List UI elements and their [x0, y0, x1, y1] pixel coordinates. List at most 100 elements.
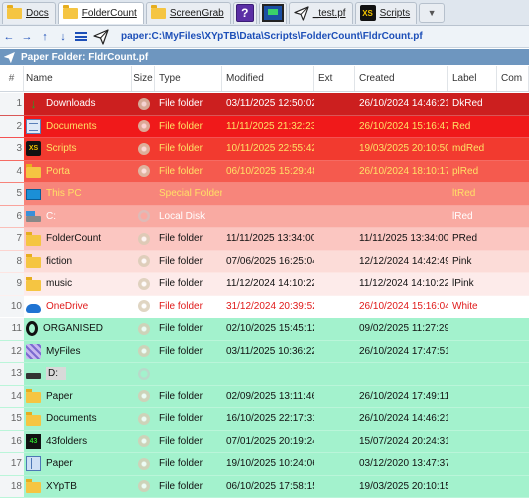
row-comment — [497, 408, 529, 430]
row-label: Red — [452, 120, 471, 132]
table-row[interactable]: 2 Documents File folder 11/11/2025 21:32:23… — [0, 115, 529, 138]
paper-plane-icon[interactable] — [93, 28, 109, 45]
row-type: File folder — [159, 143, 203, 155]
row-type: File folder — [159, 435, 203, 447]
row-size — [132, 138, 155, 160]
table-row[interactable]: 7 FolderCount File folder 11/11/2025 13:34:… — [0, 228, 529, 251]
column-header-label[interactable]: Label — [448, 66, 497, 91]
row-type: File folder — [159, 323, 203, 335]
tab-test-pf[interactable]: _test.pf — [288, 1, 353, 24]
row-ext — [314, 408, 355, 430]
table-row[interactable]: 5 This PC Special Folder ltRed — [0, 183, 529, 206]
tab-monitor[interactable] — [258, 1, 287, 24]
column-header-ext[interactable]: Ext — [314, 66, 355, 91]
row-ext — [314, 138, 355, 160]
size-indicator-icon — [137, 435, 150, 448]
table-row[interactable]: 10 OneDrive File folder 31/12/2024 20:39:52… — [0, 295, 529, 318]
table-row[interactable]: 8 fiction File folder 07/06/2025 16:25:04 12… — [0, 250, 529, 273]
row-ext — [314, 206, 355, 228]
row-number: 13 — [0, 363, 24, 385]
size-indicator-icon — [137, 457, 150, 470]
table-row[interactable]: 17 Paper File folder 19/10/2025 10:24:06 03/… — [0, 453, 529, 476]
row-ext — [314, 161, 355, 183]
row-created: 26/10/2024 15:16:47 — [359, 120, 448, 132]
row-size — [132, 228, 155, 250]
folder-icon — [26, 164, 41, 179]
row-created: 12/12/2024 14:42:49 — [359, 255, 448, 267]
size-indicator-icon — [137, 120, 150, 133]
row-comment — [497, 453, 529, 475]
row-created: 26/10/2024 15:16:04 — [359, 300, 448, 312]
column-header-size[interactable]: Size — [132, 66, 155, 91]
column-header-type[interactable]: Type — [155, 66, 222, 91]
table-row[interactable]: 14 Paper File folder 02/09/2025 13:11:46 26/… — [0, 385, 529, 408]
row-label: lRed — [452, 210, 473, 222]
tab-list-dropdown-icon[interactable]: ▼ — [419, 2, 446, 23]
row-label — [448, 408, 497, 430]
column-header-num[interactable]: # — [0, 66, 24, 91]
table-row[interactable]: 11 ORGANISED File folder 02/10/2025 15:45:1… — [0, 318, 529, 341]
back-arrow-icon[interactable]: ← — [3, 31, 15, 43]
table-row[interactable]: 9 music File folder 11/12/2024 14:10:22 11/1… — [0, 273, 529, 296]
row-name: XYpTB — [46, 480, 77, 492]
row-name-cell: This PC — [24, 183, 132, 205]
row-type: File folder — [159, 300, 203, 312]
table-row[interactable]: 18 XYpTB File folder 06/10/2025 17:58:15 19/… — [0, 475, 529, 498]
table-row[interactable]: 13 D: — [0, 363, 529, 386]
column-header-modified[interactable]: Modified — [222, 66, 314, 91]
row-ext — [314, 116, 355, 138]
row-name: D: — [46, 367, 66, 381]
row-modified: 16/10/2025 22:17:31 — [226, 413, 314, 425]
row-label — [448, 431, 497, 453]
table-row[interactable]: 16 43 43folders File folder 07/01/2025 20:19… — [0, 430, 529, 453]
organised-icon — [26, 321, 38, 337]
row-ext — [314, 363, 355, 385]
row-comment — [497, 363, 529, 385]
row-label: lPink — [452, 278, 474, 290]
document-icon — [26, 118, 41, 134]
column-header-name[interactable]: Name — [24, 66, 132, 91]
tab-label: Docs — [26, 7, 49, 19]
row-size — [132, 386, 155, 408]
row-type: File folder — [159, 345, 203, 357]
folder-icon — [26, 389, 41, 404]
row-modified: 11/11/2025 21:32:23 — [226, 120, 314, 132]
folder-icon — [26, 231, 41, 246]
table-row[interactable]: 12 MyFiles File folder 03/11/2025 10:36:22 2… — [0, 340, 529, 363]
row-ext — [314, 296, 355, 318]
row-size — [132, 453, 155, 475]
row-type: File folder — [159, 98, 203, 110]
folder-icon — [26, 276, 41, 291]
row-type: File folder — [159, 120, 203, 132]
tab-screengrab[interactable]: ScreenGrab — [145, 1, 231, 24]
row-number: 15 — [0, 408, 24, 430]
row-name: This PC — [46, 188, 82, 200]
table-row[interactable]: 3 XS Scripts File folder 10/11/2025 22:55:42… — [0, 138, 529, 161]
row-comment — [497, 341, 529, 363]
forward-arrow-icon[interactable]: → — [21, 31, 33, 43]
column-header-comment[interactable]: Com — [497, 66, 529, 91]
row-label: White — [452, 300, 478, 312]
row-comment — [497, 251, 529, 273]
row-type: File folder — [159, 165, 203, 177]
column-header-created[interactable]: Created — [355, 66, 448, 91]
down-arrow-icon[interactable]: ↓ — [57, 31, 69, 43]
size-indicator-icon — [137, 255, 150, 268]
tab-foldercount[interactable]: FolderCount — [57, 1, 144, 24]
row-created: 26/10/2024 14:46:21 — [359, 413, 448, 425]
row-modified — [222, 363, 314, 385]
table-row[interactable]: 6 C: Local Disk lRed — [0, 205, 529, 228]
up-arrow-icon[interactable]: ↑ — [39, 31, 51, 43]
table-row[interactable]: 4 Porta File folder 06/10/2025 15:29:48 26/1… — [0, 160, 529, 183]
address-path[interactable]: paper:C:\MyFiles\XYpTB\Data\Scripts\Fold… — [121, 31, 423, 42]
tab-scripts[interactable]: XS Scripts — [354, 1, 418, 24]
tab-docs[interactable]: Docs — [2, 1, 56, 24]
table-row[interactable]: 1 ↓ Downloads File folder 03/11/2025 12:50:0… — [0, 93, 529, 116]
menu-icon[interactable] — [75, 32, 87, 41]
row-number: 14 — [0, 385, 24, 407]
row-comment — [497, 93, 529, 115]
table-row[interactable]: 15 Documents File folder 16/10/2025 22:17:3… — [0, 408, 529, 431]
row-ext — [314, 93, 355, 115]
row-name: 43folders — [46, 435, 88, 447]
tab-help[interactable]: ? — [232, 1, 257, 24]
